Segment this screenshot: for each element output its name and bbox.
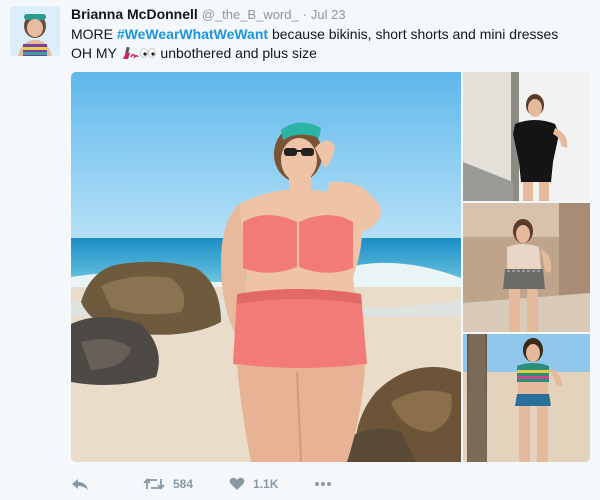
- beach-photo[interactable]: [71, 72, 461, 462]
- eyes-emoji: [139, 46, 157, 65]
- black-dress-photo[interactable]: [463, 72, 590, 201]
- separator-dot: ·: [302, 7, 307, 22]
- more-icon: [314, 481, 332, 487]
- hashtag-link[interactable]: #WeWearWhatWeWant: [117, 26, 268, 42]
- nail-polish-emoji: [121, 44, 139, 65]
- text-segment: because bikinis, short shorts and mini d…: [268, 26, 559, 42]
- retweet-button[interactable]: 584: [143, 477, 193, 491]
- retweet-count: 584: [173, 477, 194, 491]
- tweet-header: Brianna McDonnell @_the_B_word_ · Jul 23: [71, 6, 346, 22]
- text-segment: OH MY: [71, 45, 121, 61]
- shorts-photo[interactable]: [463, 203, 590, 332]
- reply-icon: [71, 477, 89, 491]
- avatar[interactable]: [10, 6, 60, 56]
- text-segment: unbothered and plus size: [156, 45, 317, 61]
- display-name[interactable]: Brianna McDonnell: [71, 6, 198, 22]
- more-button[interactable]: [314, 481, 332, 487]
- retweet-icon: [143, 477, 165, 491]
- crop-top-photo[interactable]: [463, 334, 590, 462]
- tweet-text: MORE #WeWearWhatWeWant because bikinis, …: [71, 25, 586, 65]
- tweet-actions: 584 1.1K: [71, 474, 368, 494]
- reply-button[interactable]: [71, 477, 89, 491]
- user-handle[interactable]: @_the_B_word_: [202, 7, 299, 22]
- heart-icon: [229, 477, 245, 491]
- text-segment: MORE: [71, 26, 117, 42]
- like-count: 1.1K: [253, 477, 279, 491]
- media-grid: [71, 72, 590, 462]
- like-button[interactable]: 1.1K: [229, 477, 278, 491]
- tweet-date[interactable]: Jul 23: [311, 7, 346, 22]
